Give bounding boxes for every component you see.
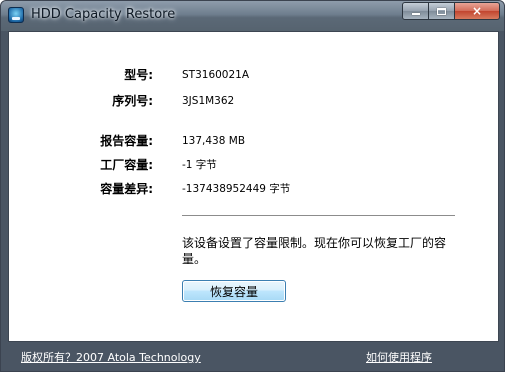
maximize-icon bbox=[437, 7, 446, 15]
close-icon: × bbox=[471, 4, 483, 18]
reported-capacity-label: 报告容量: bbox=[100, 134, 153, 148]
restore-capacity-button[interactable]: 恢复容量 bbox=[182, 280, 286, 302]
minimize-button[interactable] bbox=[402, 2, 429, 20]
divider bbox=[182, 215, 455, 216]
capacity-limit-message: 该设备设置了容量限制。现在你可以恢复工厂的容量。 bbox=[182, 236, 447, 266]
model-value: ST3160021A bbox=[182, 69, 250, 81]
reported-capacity-row: 报告容量: 137,438 MB bbox=[9, 133, 498, 149]
factory-capacity-label: 工厂容量: bbox=[100, 158, 153, 172]
close-button[interactable]: × bbox=[455, 2, 500, 20]
capacity-difference-label: 容量差异: bbox=[100, 182, 153, 196]
serial-label: 序列号: bbox=[112, 94, 153, 108]
title-bar[interactable]: HDD Capacity Restore × bbox=[1, 1, 504, 31]
model-row: 型号: ST3160021A bbox=[9, 67, 498, 83]
help-link[interactable]: 如何使用程序 bbox=[366, 349, 432, 365]
capacity-difference-value: -137438952449 字节 bbox=[182, 183, 291, 195]
factory-capacity-value: -1 字节 bbox=[182, 159, 217, 171]
window-title: HDD Capacity Restore bbox=[31, 7, 176, 22]
capacity-difference-row: 容量差异: -137438952449 字节 bbox=[9, 181, 498, 197]
minimize-icon bbox=[411, 13, 420, 15]
main-panel: 型号: ST3160021A 序列号: 3JS1M362 报告容量: 137,4… bbox=[8, 31, 499, 342]
copyright-link[interactable]: 版权所有？2007 Atola Technology bbox=[21, 349, 201, 365]
caption-buttons: × bbox=[402, 2, 500, 21]
serial-value: 3JS1M362 bbox=[182, 95, 235, 107]
app-window: HDD Capacity Restore × 型号: ST3160021A 序列… bbox=[0, 0, 505, 372]
footer-bar: 版权所有？2007 Atola Technology 如何使用程序 bbox=[8, 342, 499, 371]
hdd-app-icon bbox=[8, 7, 24, 23]
serial-row: 序列号: 3JS1M362 bbox=[9, 93, 498, 109]
maximize-button[interactable] bbox=[429, 2, 455, 20]
factory-capacity-row: 工厂容量: -1 字节 bbox=[9, 157, 498, 173]
reported-capacity-value: 137,438 MB bbox=[182, 135, 246, 147]
model-label: 型号: bbox=[124, 68, 153, 82]
